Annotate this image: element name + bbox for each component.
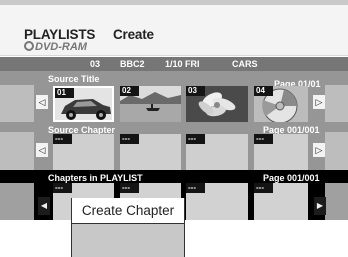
source-title-prev-arrow[interactable]: ◁ bbox=[36, 95, 48, 109]
row-edge-right bbox=[325, 132, 348, 170]
chapter-num: --- bbox=[53, 134, 72, 144]
dvd-ram-label: DVD-RAM bbox=[24, 41, 87, 53]
chapter-num: --- bbox=[186, 134, 205, 144]
info-date: 1/10 FRI bbox=[165, 59, 200, 69]
source-chapter-next-arrow[interactable]: ▷ bbox=[313, 143, 325, 157]
row-edge-left bbox=[0, 85, 34, 122]
chapter-slot[interactable]: --- bbox=[186, 134, 248, 170]
playlist-screen: PLAYLISTS DVD-RAM Create 03 BBC2 1/10 FR… bbox=[0, 0, 348, 257]
playlist-chapters-label: Chapters in PLAYLIST bbox=[48, 173, 143, 183]
title-num: 04 bbox=[254, 86, 273, 96]
title-num: 01 bbox=[55, 88, 74, 98]
chapter-num: --- bbox=[120, 183, 139, 193]
playlist-chapter-slot[interactable]: --- bbox=[186, 183, 248, 220]
source-title-next-arrow[interactable]: ▷ bbox=[313, 95, 325, 109]
title-thumbnail-03[interactable]: 03 bbox=[186, 86, 248, 122]
title-thumbnail-01[interactable]: 01 bbox=[53, 86, 114, 122]
playlists-title: PLAYLISTS bbox=[24, 27, 96, 42]
source-title-row: Source Title Page 01/01 ◁ ▷ 01 02 03 04 bbox=[0, 71, 348, 122]
playlist-chapters-page: Page 001/001 bbox=[263, 173, 320, 183]
title-thumbnail-04[interactable]: 04 bbox=[254, 86, 308, 122]
chapter-slot[interactable]: --- bbox=[254, 134, 308, 170]
title-num: 03 bbox=[186, 86, 205, 96]
chapter-slot[interactable]: --- bbox=[120, 134, 181, 170]
chapter-num: --- bbox=[254, 134, 273, 144]
playlist-chapter-slot[interactable]: --- bbox=[254, 183, 308, 220]
title-num: 02 bbox=[120, 86, 139, 96]
disc-icon bbox=[24, 41, 34, 51]
chapter-num: --- bbox=[53, 183, 72, 193]
chapter-num: --- bbox=[120, 134, 139, 144]
mode-label: Create bbox=[113, 27, 154, 42]
source-chapter-prev-arrow[interactable]: ◁ bbox=[36, 143, 48, 157]
header-bar: PLAYLISTS DVD-RAM Create bbox=[0, 0, 348, 56]
info-channel: BBC2 bbox=[120, 59, 145, 69]
header-divider bbox=[0, 55, 348, 56]
info-title: CARS bbox=[232, 59, 258, 69]
row-edge-right bbox=[325, 85, 348, 122]
header-stripe bbox=[0, 0, 348, 5]
playlist-prev-arrow[interactable]: ◀ bbox=[38, 197, 50, 215]
chapter-num: --- bbox=[254, 183, 273, 193]
chapter-slot[interactable]: --- bbox=[53, 134, 114, 170]
source-title-label: Source Title bbox=[48, 74, 100, 84]
create-chapter-menu-item[interactable]: Create Chapter bbox=[72, 198, 184, 224]
info-number: 03 bbox=[90, 59, 101, 69]
row-edge-left bbox=[0, 183, 34, 220]
source-chapter-row: Source Chapter Page 001/001 ◁ ▷ --- --- … bbox=[0, 122, 348, 170]
row-edge-left bbox=[0, 132, 34, 170]
title-thumbnail-02[interactable]: 02 bbox=[120, 86, 181, 122]
context-menu: Create Chapter bbox=[71, 198, 185, 257]
row-edge-right bbox=[325, 183, 348, 220]
chapter-num: --- bbox=[186, 183, 205, 193]
playlist-next-arrow[interactable]: ▶ bbox=[314, 197, 326, 215]
info-strip: 03 BBC2 1/10 FRI CARS bbox=[0, 57, 348, 71]
